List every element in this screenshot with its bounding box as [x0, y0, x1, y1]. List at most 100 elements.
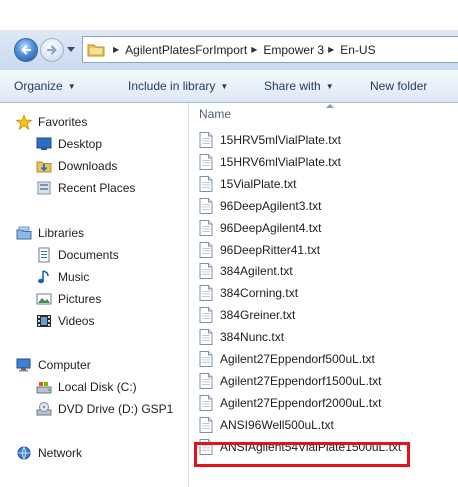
text-file-icon — [199, 285, 213, 301]
folder-icon — [87, 44, 105, 56]
nav-item-recent-places[interactable]: Recent Places — [36, 179, 135, 197]
nav-item-pictures[interactable]: Pictures — [36, 290, 101, 308]
nav-item-dvd-drive[interactable]: DVD Drive (D:) GSP1 — [36, 400, 173, 418]
nav-item-local-disk[interactable]: Local Disk (C:) — [36, 378, 137, 396]
include-in-library-button[interactable]: Include in library ▼ — [128, 79, 228, 93]
file-name: 384Nunc.txt — [220, 330, 285, 344]
nav-item-videos[interactable]: Videos — [36, 312, 94, 330]
text-file-icon — [199, 263, 213, 279]
nav-label: DVD Drive (D:) GSP1 — [58, 402, 174, 416]
file-item[interactable]: 96DeepRitter41.txt — [199, 241, 320, 259]
chevron-down-icon: ▼ — [220, 81, 229, 91]
text-file-icon — [199, 329, 213, 345]
new-folder-label: New folder — [370, 79, 428, 93]
nav-label: Libraries — [38, 226, 85, 240]
file-item[interactable]: 384Corning.txt — [199, 284, 298, 302]
network-icon — [16, 445, 32, 461]
music-note-icon — [36, 269, 52, 285]
star-icon — [16, 114, 32, 130]
file-item[interactable]: 96DeepAgilent4.txt — [199, 219, 321, 237]
organize-button[interactable]: Organize ▼ — [14, 79, 76, 93]
text-file-icon — [199, 176, 213, 192]
nav-item-desktop[interactable]: Desktop — [36, 135, 102, 153]
libraries-icon — [16, 225, 32, 241]
nav-label: Network — [38, 446, 83, 460]
nav-label: Documents — [58, 248, 119, 262]
text-file-icon — [199, 154, 213, 170]
nav-label: Desktop — [58, 137, 103, 151]
new-folder-button[interactable]: New folder — [370, 79, 427, 93]
nav-item-computer[interactable]: Computer — [16, 356, 91, 374]
nav-item-network[interactable]: Network — [16, 444, 82, 462]
file-item[interactable]: 15HRV5mlVialPlate.txt — [199, 131, 341, 149]
file-name: 384Corning.txt — [220, 286, 299, 300]
file-item[interactable]: 15HRV6mlVialPlate.txt — [199, 153, 341, 171]
text-file-icon — [199, 307, 213, 323]
nav-item-downloads[interactable]: Downloads — [36, 157, 117, 175]
file-name: Agilent27Eppendorf500uL.txt — [220, 352, 375, 366]
breadcrumb-separator-icon[interactable]: ▶ — [251, 45, 257, 54]
breadcrumb-item[interactable]: Empower 3 — [263, 43, 324, 57]
file-name: 96DeepAgilent4.txt — [220, 221, 322, 235]
text-file-icon — [199, 220, 213, 236]
file-name: 384Greiner.txt — [220, 308, 296, 322]
recent-pages-dropdown[interactable] — [66, 44, 76, 56]
documents-icon — [36, 247, 52, 263]
forward-button[interactable] — [40, 38, 64, 62]
file-item[interactable]: ANSI96Well500uL.txt — [199, 416, 334, 434]
file-item[interactable]: 15VialPlate.txt — [199, 175, 297, 193]
text-file-icon — [199, 395, 213, 411]
file-item[interactable]: 384Agilent.txt — [199, 262, 293, 280]
file-item[interactable]: Agilent27Eppendorf1500uL.txt — [199, 372, 381, 390]
nav-item-favorites[interactable]: Favorites — [16, 113, 87, 131]
back-button[interactable] — [14, 38, 38, 62]
file-name: Agilent27Eppendorf2000uL.txt — [220, 396, 382, 410]
breadcrumb-separator-icon[interactable]: ▶ — [113, 45, 119, 54]
sort-ascending-icon — [326, 104, 334, 108]
recent-places-icon — [36, 180, 52, 196]
pane-divider[interactable] — [188, 103, 189, 487]
nav-item-documents[interactable]: Documents — [36, 246, 119, 264]
pictures-icon — [36, 291, 52, 307]
breadcrumb-item[interactable]: En-US — [340, 43, 375, 57]
back-arrow-icon — [21, 45, 32, 55]
desktop-icon — [36, 136, 52, 152]
file-item[interactable]: Agilent27Eppendorf500uL.txt — [199, 350, 375, 368]
chevron-down-icon — [67, 47, 75, 52]
nav-label: Music — [58, 270, 90, 284]
file-item[interactable]: 384Nunc.txt — [199, 328, 284, 346]
computer-icon — [16, 357, 32, 373]
file-item[interactable]: 96DeepAgilent3.txt — [199, 197, 321, 215]
text-file-icon — [199, 242, 213, 258]
file-name: 15VialPlate.txt — [220, 177, 297, 191]
file-name: ANSI96Well500uL.txt — [220, 418, 334, 432]
file-item[interactable]: 384Greiner.txt — [199, 306, 295, 324]
text-file-icon — [199, 198, 213, 214]
text-file-icon — [199, 417, 213, 433]
file-name: 15HRV5mlVialPlate.txt — [220, 133, 341, 147]
chevron-down-icon: ▼ — [67, 81, 76, 91]
breadcrumb-separator-icon[interactable]: ▶ — [328, 45, 334, 54]
chevron-down-icon: ▼ — [325, 81, 334, 91]
file-item[interactable]: Agilent27Eppendorf2000uL.txt — [199, 394, 381, 412]
text-file-icon — [199, 373, 213, 389]
videos-icon — [36, 313, 52, 329]
address-box[interactable]: ▶ AgilentPlatesForImport ▶ Empower 3 ▶ E… — [82, 36, 458, 63]
nav-label: Local Disk (C:) — [58, 380, 137, 394]
text-file-icon — [199, 132, 213, 148]
include-in-library-label: Include in library — [128, 79, 216, 93]
nav-item-libraries[interactable]: Libraries — [16, 224, 84, 242]
downloads-folder-icon — [36, 158, 52, 174]
nav-label: Computer — [38, 358, 91, 372]
breadcrumb-item[interactable]: AgilentPlatesForImport — [125, 43, 247, 57]
dvd-drive-icon — [36, 401, 52, 417]
nav-label: Favorites — [38, 115, 88, 129]
share-with-button[interactable]: Share with ▼ — [264, 79, 334, 93]
file-name: Agilent27Eppendorf1500uL.txt — [220, 374, 382, 388]
nav-label: Recent Places — [58, 181, 136, 195]
file-name: 15HRV6mlVialPlate.txt — [220, 155, 341, 169]
name-column-header[interactable]: Name — [199, 107, 231, 121]
nav-label: Pictures — [58, 292, 102, 306]
nav-item-music[interactable]: Music — [36, 268, 89, 286]
nav-label: Downloads — [58, 159, 118, 173]
